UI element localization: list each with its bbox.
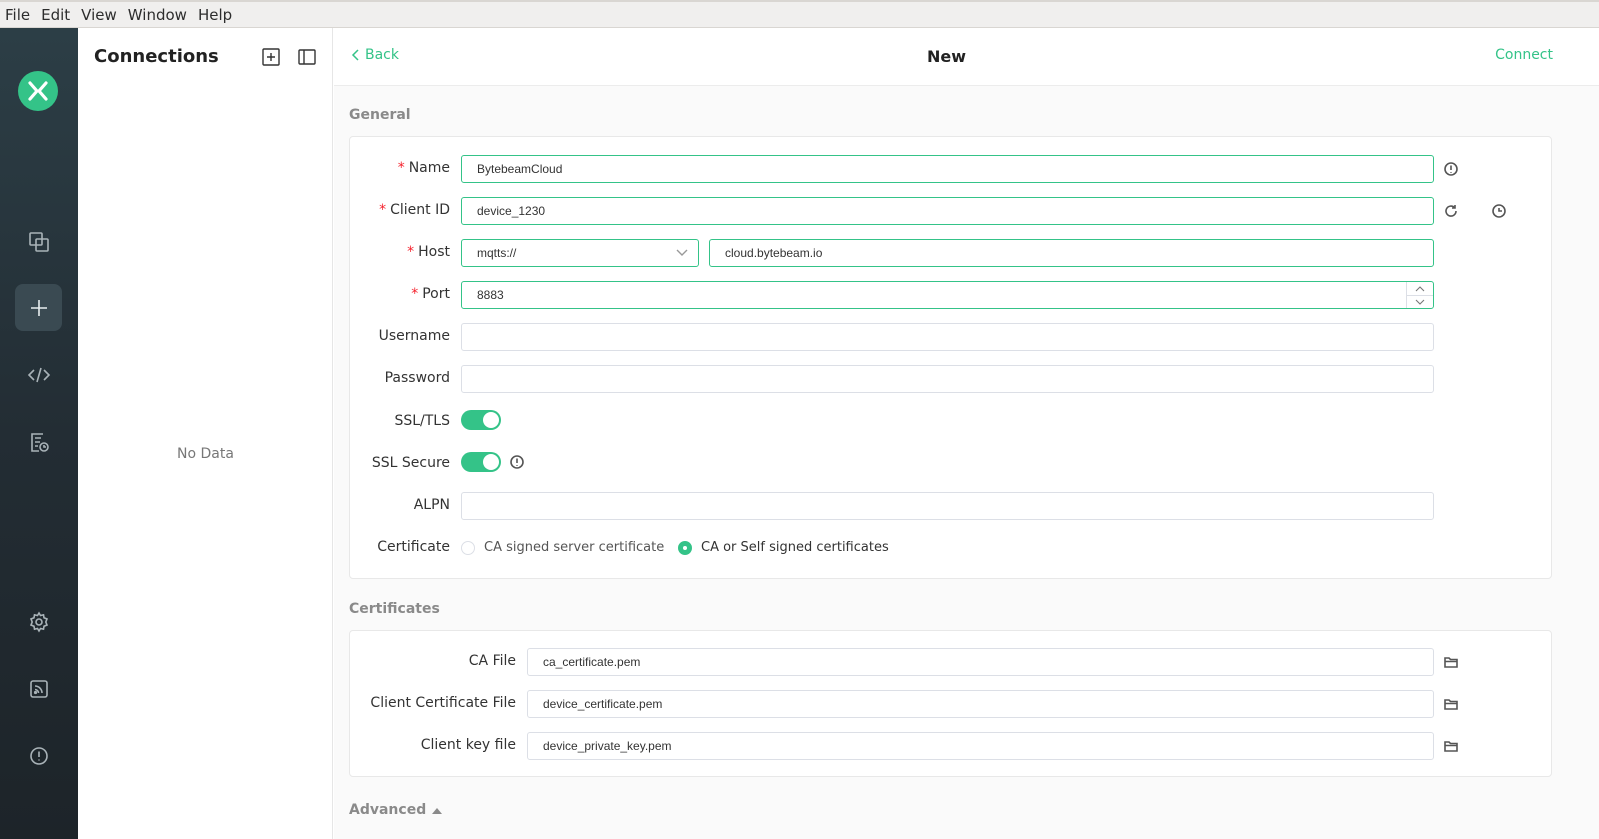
advanced-section-toggle[interactable]: Advanced [349,802,443,818]
sidebar-toggle-icon [298,49,316,65]
caret-up-icon [432,807,443,814]
client-key-folder-icon[interactable] [1443,738,1459,754]
ssl-tls-toggle[interactable] [461,410,501,430]
main-content: Back New Connect General * Name BytebeamC… [334,28,1599,839]
ca-signed-server-radio[interactable] [461,541,475,555]
ca-file-row: CA File ca_certificate.pem [350,648,1553,676]
about-icon [29,746,48,765]
ca-signed-server-label[interactable]: CA signed server certificate [484,540,664,555]
client-cert-input[interactable]: device_certificate.pem [527,690,1434,718]
new-connection-group-button[interactable] [261,47,281,67]
name-row: * Name BytebeamCloud [350,155,1553,183]
subscribe-feed-icon [29,679,48,698]
alpn-row: ALPN [350,492,1553,520]
advanced-section-title: Advanced [349,802,427,818]
port-stepper [1406,282,1433,308]
log-icon [30,432,49,452]
password-input[interactable] [461,365,1434,393]
new-connection-nav-button[interactable] [15,284,62,331]
refresh-icon[interactable] [1443,203,1459,219]
left-rail [0,28,78,839]
protocol-select[interactable]: mqtts:// [461,239,699,267]
certificates-section-title: Certificates [349,601,440,617]
general-card: * Name BytebeamCloud * Client ID device_12… [349,136,1552,579]
about-nav-button[interactable] [15,732,62,779]
script-icon [27,367,50,382]
port-row: * Port 8883 [350,281,1553,309]
client-cert-folder-icon[interactable] [1443,696,1459,712]
ssl-secure-info-icon[interactable] [509,454,525,470]
connections-nav-button[interactable] [15,218,62,265]
name-label: * Name [397,160,450,176]
ca-file-label: CA File [468,653,516,669]
ssl-tls-label: SSL/TLS [394,413,450,429]
menu-file[interactable]: File [5,6,30,24]
certificates-card: CA File ca_certificate.pem Client Certif… [349,630,1552,777]
port-label: * Port [411,286,450,302]
client-key-input[interactable]: device_private_key.pem [527,732,1434,760]
alpn-input[interactable] [461,492,1434,520]
client-key-label: Client key file [420,737,516,753]
protocol-value: mqtts:// [477,246,517,260]
port-input[interactable]: 8883 [461,281,1434,309]
general-section-title: General [349,107,411,123]
menu-help[interactable]: Help [198,6,232,24]
top-bar: Back New Connect [334,28,1599,86]
clock-icon[interactable] [1491,203,1507,219]
self-signed-radio[interactable] [678,541,692,555]
host-input[interactable]: cloud.bytebeam.io [709,239,1434,267]
alpn-label: ALPN [413,497,450,513]
port-decrement-button[interactable] [1407,295,1433,308]
client-id-label: * Client ID [379,202,450,218]
add-square-icon [262,48,280,66]
host-label: * Host [407,244,450,260]
app-logo-icon [18,71,58,111]
password-label: Password [384,370,450,386]
port-increment-button[interactable] [1407,282,1433,295]
script-nav-button[interactable] [15,351,62,398]
ssl-secure-toggle[interactable] [461,452,501,472]
username-label: Username [378,328,450,344]
host-row: * Host mqtts:// cloud.bytebeam.io [350,239,1553,267]
self-signed-label[interactable]: CA or Self signed certificates [701,540,889,555]
log-nav-button[interactable] [15,418,62,465]
connect-button[interactable]: Connect [1495,47,1553,63]
client-cert-row: Client Certificate File device_certifica… [350,690,1553,718]
client-id-row: * Client ID device_1230 [350,197,1553,225]
port-value: 8883 [477,288,504,302]
client-cert-label: Client Certificate File [370,695,516,711]
certificate-row: Certificate CA signed server certificate… [350,534,1553,562]
connections-panel: Connections No Data [78,28,333,839]
subscribe-feed-nav-button[interactable] [15,665,62,712]
new-connection-icon [30,299,47,316]
password-row: Password [350,365,1553,393]
name-info-icon[interactable] [1443,161,1459,177]
client-id-input[interactable]: device_1230 [461,197,1434,225]
menu-edit[interactable]: Edit [41,6,70,24]
ca-file-input[interactable]: ca_certificate.pem [527,648,1434,676]
client-key-row: Client key file device_private_key.pem [350,732,1553,760]
toggle-panel-button[interactable] [297,47,317,67]
certificate-label: Certificate [377,539,450,555]
menu-window[interactable]: Window [128,6,187,24]
connections-icon [28,231,49,252]
menu-view[interactable]: View [81,6,117,24]
ca-file-folder-icon[interactable] [1443,654,1459,670]
chevron-down-icon [676,249,688,256]
settings-nav-button[interactable] [15,598,62,645]
username-row: Username [350,323,1553,351]
page-title: New [926,47,967,66]
ssl-tls-row: SSL/TLS [350,408,1553,436]
settings-icon [29,610,48,633]
empty-state-text: No Data [177,446,234,462]
username-input[interactable] [461,323,1434,351]
ssl-secure-row: SSL Secure [350,450,1553,478]
connections-title: Connections [94,46,219,67]
ssl-secure-label: SSL Secure [371,455,450,471]
name-input[interactable]: BytebeamCloud [461,155,1434,183]
menu-bar: File Edit View Window Help [0,0,1599,28]
